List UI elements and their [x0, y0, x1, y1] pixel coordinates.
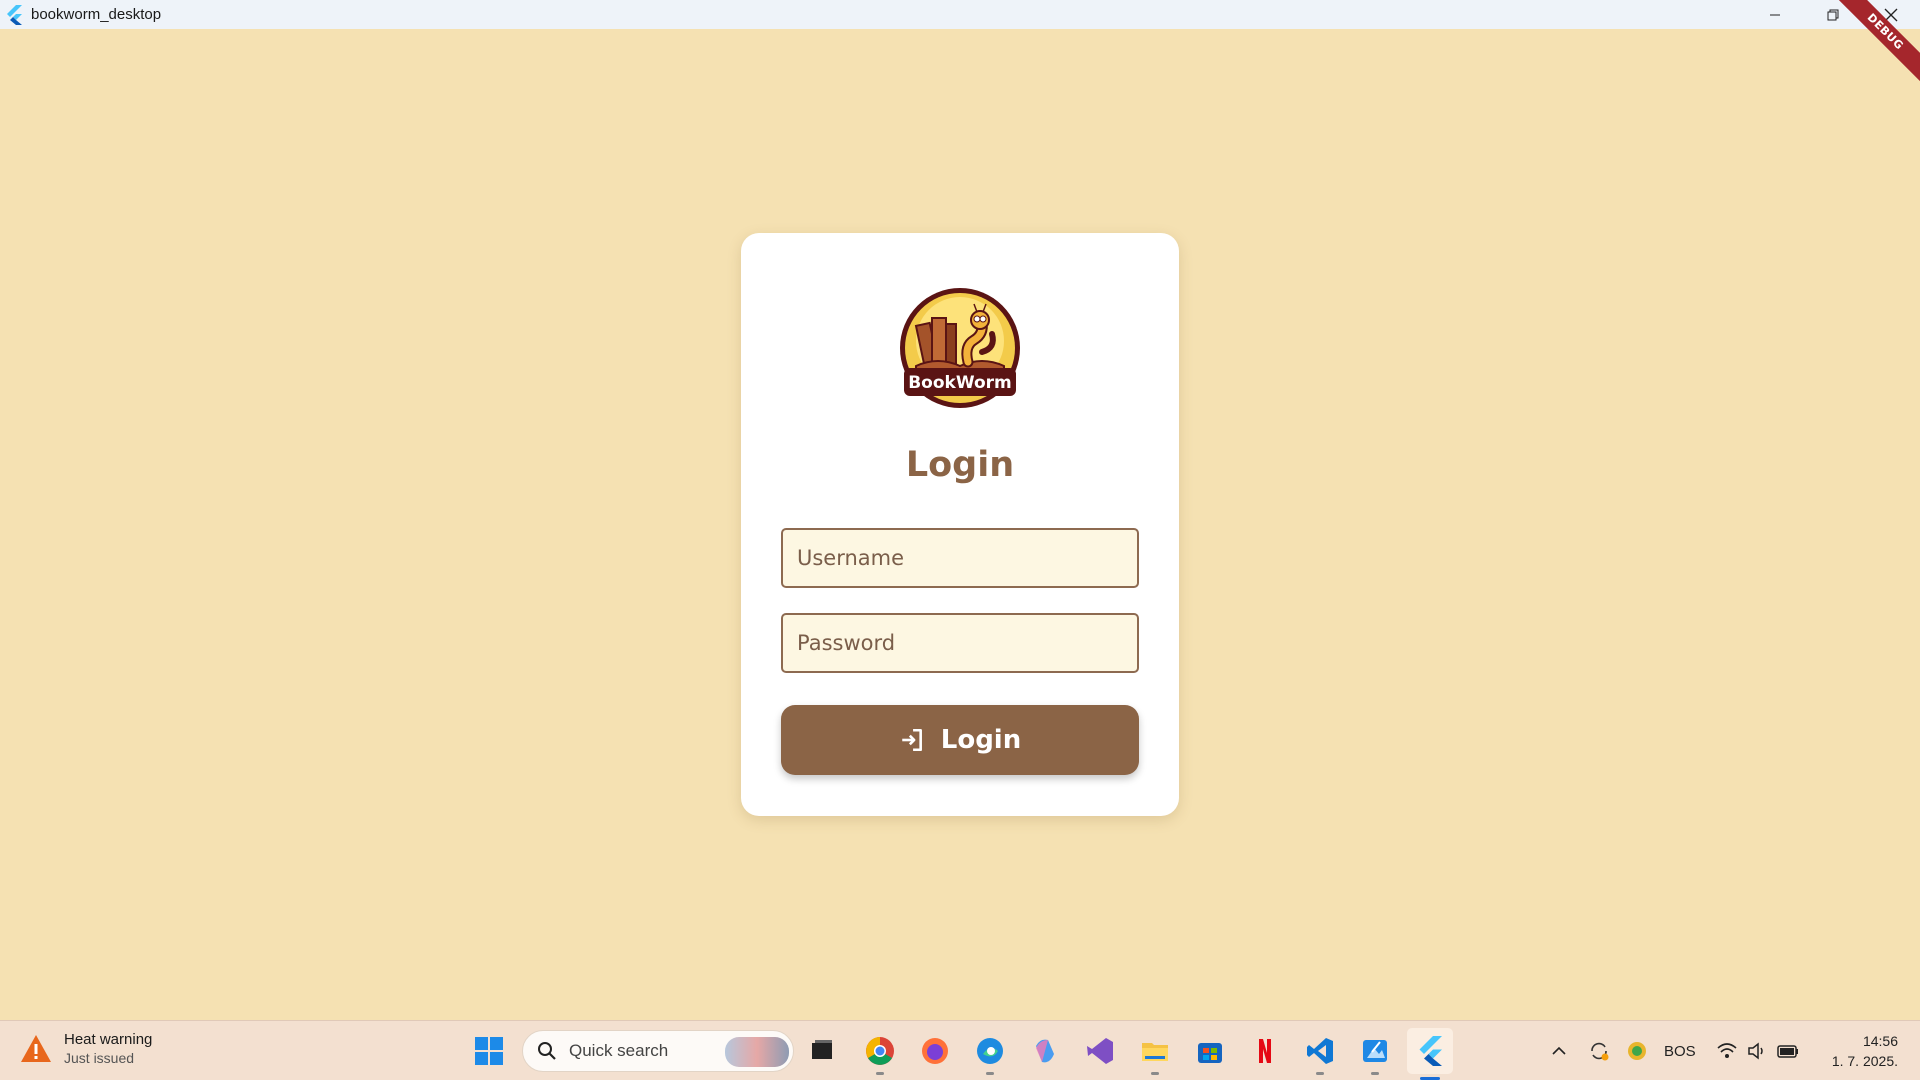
logo-text: BookWorm	[908, 373, 1012, 393]
taskbar-paint[interactable]	[1357, 1033, 1393, 1075]
chevron-up-icon[interactable]	[1550, 1042, 1568, 1060]
sync-icon[interactable]	[1588, 1040, 1610, 1062]
copilot-icon	[1036, 1039, 1054, 1063]
clock-date: 1. 7. 2025.	[1831, 1053, 1898, 1069]
taskbar-flutter-app[interactable]	[1407, 1028, 1453, 1080]
windows-icon	[475, 1037, 503, 1065]
visual-studio-icon	[1087, 1038, 1113, 1064]
minimize-button[interactable]	[1746, 0, 1804, 29]
store-icon	[1198, 1043, 1222, 1063]
search-icon	[538, 1042, 556, 1060]
clock-time: 14:56	[1862, 1033, 1898, 1049]
weather-widget[interactable]: Heat warning Just issued	[20, 1031, 152, 1066]
battery-icon[interactable]	[1776, 1041, 1800, 1061]
search-label: Quick search	[569, 1041, 669, 1060]
notification-title: Heat warning	[64, 1031, 153, 1048]
taskbar-edge[interactable]	[972, 1033, 1008, 1075]
login-icon	[902, 728, 922, 752]
paint-icon	[1363, 1040, 1387, 1062]
warning-icon	[21, 1034, 51, 1062]
minimize-icon	[1770, 14, 1780, 15]
login-card: BookWorm Login Login	[741, 233, 1179, 816]
page-title: Login	[905, 445, 1015, 485]
vscode-icon	[1307, 1038, 1333, 1064]
firefox-icon	[922, 1038, 948, 1064]
window-titlebar: bookworm_desktop	[0, 0, 1920, 29]
taskview-button[interactable]	[804, 1033, 840, 1069]
taskbar-store[interactable]	[1192, 1033, 1228, 1069]
login-button-label: Login	[940, 725, 1022, 755]
search-box[interactable]: Quick search	[522, 1030, 794, 1072]
password-input[interactable]	[797, 631, 1137, 655]
clock[interactable]: 14:56 1. 7. 2025.	[1832, 1031, 1898, 1071]
system-tray: BOS	[1550, 1021, 1800, 1080]
notification-subtitle: Just issued	[64, 1050, 135, 1066]
bookworm-logo: BookWorm	[900, 288, 1020, 408]
taskbar-chrome[interactable]	[862, 1033, 898, 1075]
language-indicator[interactable]: BOS	[1664, 1043, 1696, 1060]
username-field-box	[781, 528, 1139, 588]
app-tray-icon[interactable]	[1626, 1040, 1648, 1062]
start-button[interactable]	[471, 1033, 507, 1069]
login-button[interactable]: Login	[781, 705, 1139, 775]
edge-icon	[977, 1038, 1003, 1064]
taskbar-visual-studio[interactable]	[1082, 1033, 1118, 1069]
wifi-icon[interactable]	[1716, 1041, 1738, 1061]
volume-icon[interactable]	[1746, 1041, 1768, 1061]
flutter-icon	[1419, 1036, 1442, 1066]
taskbar-copilot[interactable]	[1027, 1033, 1063, 1069]
username-input[interactable]	[797, 546, 1137, 570]
taskbar-netflix[interactable]	[1247, 1033, 1283, 1069]
taskbar-file-explorer[interactable]	[1137, 1033, 1173, 1075]
window-title: bookworm_desktop	[31, 6, 162, 23]
password-field-box	[781, 613, 1139, 673]
taskbar-firefox[interactable]	[917, 1033, 953, 1069]
window-controls	[1746, 0, 1920, 29]
chrome-icon	[866, 1037, 894, 1065]
netflix-icon	[1259, 1039, 1271, 1063]
folder-icon	[1142, 1043, 1168, 1061]
taskbar: Heat warning Just issued Quick search BO…	[0, 1020, 1920, 1080]
flutter-icon	[7, 4, 22, 25]
restore-icon	[1827, 9, 1839, 20]
search-highlight-image	[725, 1037, 789, 1067]
taskbar-vscode[interactable]	[1302, 1033, 1338, 1075]
taskview-icon	[812, 1040, 832, 1059]
